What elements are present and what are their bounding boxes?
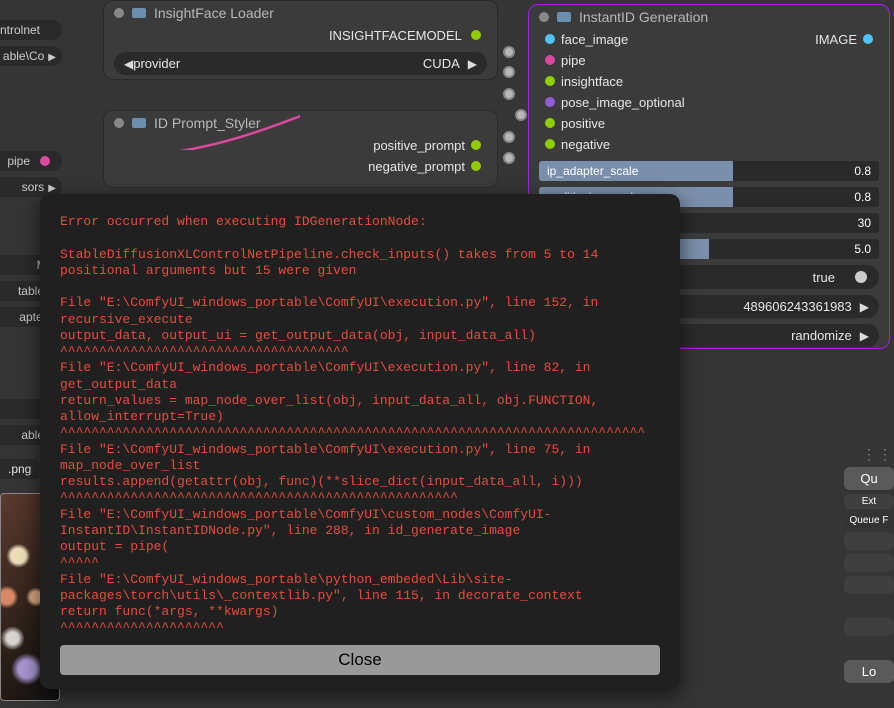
collapse-dot-icon[interactable]	[114, 118, 124, 128]
queue-front-button[interactable]: Queue F	[844, 513, 894, 528]
node-title: InstantID Generation	[579, 9, 708, 25]
menu-button[interactable]	[844, 618, 894, 636]
input-label: negative	[561, 137, 610, 152]
left-cell-label: able\Co	[3, 49, 44, 63]
reroute-node[interactable]	[515, 109, 527, 121]
reroute-node[interactable]	[503, 46, 515, 58]
node-id-prompt-styler[interactable]: ID Prompt_Styler positive_prompt negativ…	[103, 110, 498, 188]
left-cell: ontrolnet	[0, 20, 62, 40]
left-cell-label: pipe	[7, 154, 30, 168]
filename-label: .png	[8, 462, 31, 476]
node-type-icon	[557, 12, 571, 22]
left-cell[interactable]: able\Co	[0, 46, 62, 66]
slider-value: 30	[858, 216, 871, 230]
node-input-row: pipe	[529, 50, 889, 71]
chevron-right-icon	[48, 180, 56, 194]
input-label: positive	[561, 116, 605, 131]
chevron-left-icon[interactable]	[124, 57, 133, 71]
button-label: Lo	[862, 664, 876, 679]
drag-grip-icon[interactable]: ⋮⋮	[844, 446, 894, 463]
input-label: pose_image_optional	[561, 95, 685, 110]
slider-value: 0.8	[854, 190, 871, 204]
widget-value: CUDA	[423, 56, 460, 71]
load-button[interactable]: Lo	[844, 660, 894, 683]
node-type-icon	[132, 118, 146, 128]
provider-widget[interactable]: provider CUDA	[114, 52, 487, 75]
collapse-dot-icon[interactable]	[539, 12, 549, 22]
node-io-row: face_image IMAGE	[529, 29, 889, 50]
node-input-row: insightface	[529, 71, 889, 92]
output-port[interactable]	[863, 34, 873, 44]
node-insightface-loader[interactable]: InsightFace Loader INSIGHTFACEMODEL prov…	[103, 0, 498, 80]
button-label: Ext	[862, 496, 876, 507]
chevron-right-icon[interactable]	[860, 300, 869, 314]
node-output-row: positive_prompt	[104, 135, 497, 156]
chevron-right-icon[interactable]	[468, 57, 477, 71]
node-title: InsightFace Loader	[154, 5, 274, 21]
port-dot	[40, 156, 50, 166]
chevron-right-icon	[48, 49, 56, 63]
input-label: insightface	[561, 74, 623, 89]
collapse-dot-icon[interactable]	[114, 8, 124, 18]
close-button[interactable]: Close	[60, 645, 660, 675]
queue-prompt-button[interactable]: Qu	[844, 467, 894, 490]
node-type-icon	[132, 8, 146, 18]
output-label: positive_prompt	[373, 138, 465, 153]
slider-value: 0.8	[854, 164, 871, 178]
output-label: IMAGE	[815, 32, 857, 47]
node-title-bar[interactable]: ID Prompt_Styler	[104, 111, 497, 135]
menu-button[interactable]	[844, 554, 894, 572]
node-title-bar[interactable]: InsightFace Loader	[104, 1, 497, 25]
reroute-node[interactable]	[503, 131, 515, 143]
node-output-row: negative_prompt	[104, 156, 497, 177]
reroute-node[interactable]	[503, 88, 515, 100]
input-port[interactable]	[545, 34, 555, 44]
slider-label: ip_adapter_scale	[547, 164, 638, 178]
menu-button[interactable]	[844, 532, 894, 550]
node-input-row: positive	[529, 113, 889, 134]
filename-chip[interactable]: .png	[0, 459, 39, 479]
node-title-bar[interactable]: InstantID Generation	[529, 5, 889, 29]
input-port[interactable]	[545, 97, 555, 107]
output-label: negative_prompt	[368, 159, 465, 174]
left-cell: pipe	[0, 151, 62, 171]
reroute-node[interactable]	[503, 152, 515, 164]
output-port[interactable]	[471, 30, 481, 40]
input-port[interactable]	[545, 139, 555, 149]
reroute-node[interactable]	[503, 66, 515, 78]
chevron-right-icon[interactable]	[860, 329, 869, 343]
node-output-row: INSIGHTFACEMODEL	[104, 25, 497, 46]
output-label: INSIGHTFACEMODEL	[329, 28, 461, 43]
error-dialog: Error occurred when executing IDGenerati…	[40, 194, 680, 689]
extra-options-button[interactable]: Ext	[844, 494, 894, 509]
left-cell-label: sors	[22, 180, 45, 194]
seed-value: 489606243361983	[743, 299, 851, 314]
input-label: pipe	[561, 53, 586, 68]
error-text: Error occurred when executing IDGenerati…	[60, 214, 660, 637]
widget-label: provider	[133, 56, 180, 71]
node-title: ID Prompt_Styler	[154, 115, 261, 131]
input-port[interactable]	[545, 55, 555, 65]
ip-adapter-scale-slider[interactable]: ip_adapter_scale 0.8	[539, 161, 879, 181]
toggle-value: true	[813, 270, 835, 285]
side-menu-panel[interactable]: ⋮⋮ Qu Ext Queue F Lo	[844, 446, 894, 687]
slider-value: 5.0	[854, 242, 871, 256]
button-label: Qu	[860, 471, 877, 486]
toggle-switch[interactable]	[841, 269, 869, 285]
output-port[interactable]	[471, 140, 481, 150]
output-port[interactable]	[471, 161, 481, 171]
node-input-row: pose_image_optional	[529, 92, 889, 113]
input-port[interactable]	[545, 118, 555, 128]
node-input-row: negative	[529, 134, 889, 155]
menu-button[interactable]	[844, 576, 894, 594]
close-label: Close	[338, 650, 381, 669]
input-port[interactable]	[545, 76, 555, 86]
widget-value: randomize	[791, 328, 852, 343]
button-label: Queue F	[850, 515, 889, 526]
left-cell-label: ontrolnet	[0, 23, 40, 37]
input-label: face_image	[561, 32, 628, 47]
